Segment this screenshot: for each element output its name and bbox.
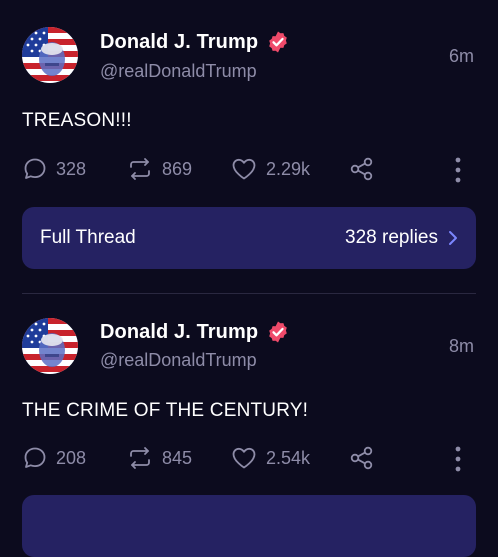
more-vertical-icon — [455, 446, 461, 472]
heart-icon — [232, 158, 256, 180]
full-thread-label: Full Thread — [40, 227, 136, 248]
post-actions: 328 869 2.29k — [22, 156, 476, 186]
reply-count: 328 — [56, 158, 87, 179]
like-count: 2.54k — [266, 447, 311, 468]
thread-replies-link: 328 replies — [345, 227, 458, 249]
repost-count: 845 — [162, 447, 193, 468]
reply-bubble-icon — [24, 447, 46, 468]
avatar-image — [22, 27, 78, 83]
repost-button[interactable]: 845 — [126, 445, 192, 471]
post-2: Donald J. Trump @realDonaldTrump 8m THE … — [0, 290, 498, 557]
author-name[interactable]: Donald J. Trump — [100, 321, 258, 344]
post-actions: 208 845 2.54k — [22, 445, 476, 475]
thread-replies-count: 328 replies — [345, 227, 438, 248]
more-options-button[interactable] — [454, 156, 462, 189]
avatar[interactable] — [22, 318, 78, 374]
repost-button[interactable]: 869 — [126, 156, 192, 182]
post-time: 6m — [448, 46, 474, 66]
like-button[interactable]: 2.29k — [230, 156, 310, 182]
share-button[interactable] — [348, 156, 376, 182]
reply-button[interactable]: 328 — [22, 156, 86, 182]
post-text: THE CRIME OF THE CENTURY! — [22, 400, 309, 421]
reply-count: 208 — [56, 447, 87, 468]
repost-arrows-icon — [130, 158, 150, 180]
author-handle[interactable]: @realDonaldTrump — [100, 61, 257, 82]
like-count: 2.29k — [266, 158, 311, 179]
chevron-right-icon — [449, 231, 457, 245]
author-name[interactable]: Donald J. Trump — [100, 31, 258, 54]
full-thread-button[interactable]: Full Thread 328 replies — [22, 207, 476, 269]
post-time: 8m — [448, 336, 474, 356]
verified-badge-icon — [269, 31, 287, 53]
reply-button[interactable]: 208 — [22, 445, 86, 471]
avatar-image — [22, 318, 78, 374]
share-icon — [350, 446, 373, 470]
full-thread-button[interactable] — [22, 495, 476, 557]
repost-arrows-icon — [130, 447, 150, 469]
repost-count: 869 — [162, 158, 193, 179]
more-vertical-icon — [455, 157, 461, 183]
post-text: TREASON!!! — [22, 110, 132, 131]
more-options-button[interactable] — [454, 445, 462, 478]
author-handle[interactable]: @realDonaldTrump — [100, 350, 257, 371]
reply-bubble-icon — [24, 158, 46, 179]
avatar[interactable] — [22, 27, 78, 83]
post-1: Donald J. Trump @realDonaldTrump 6m TREA… — [0, 0, 498, 290]
share-icon — [350, 157, 373, 181]
verified-badge-icon — [269, 321, 287, 343]
heart-icon — [232, 447, 256, 469]
share-button[interactable] — [348, 445, 376, 471]
like-button[interactable]: 2.54k — [230, 445, 310, 471]
